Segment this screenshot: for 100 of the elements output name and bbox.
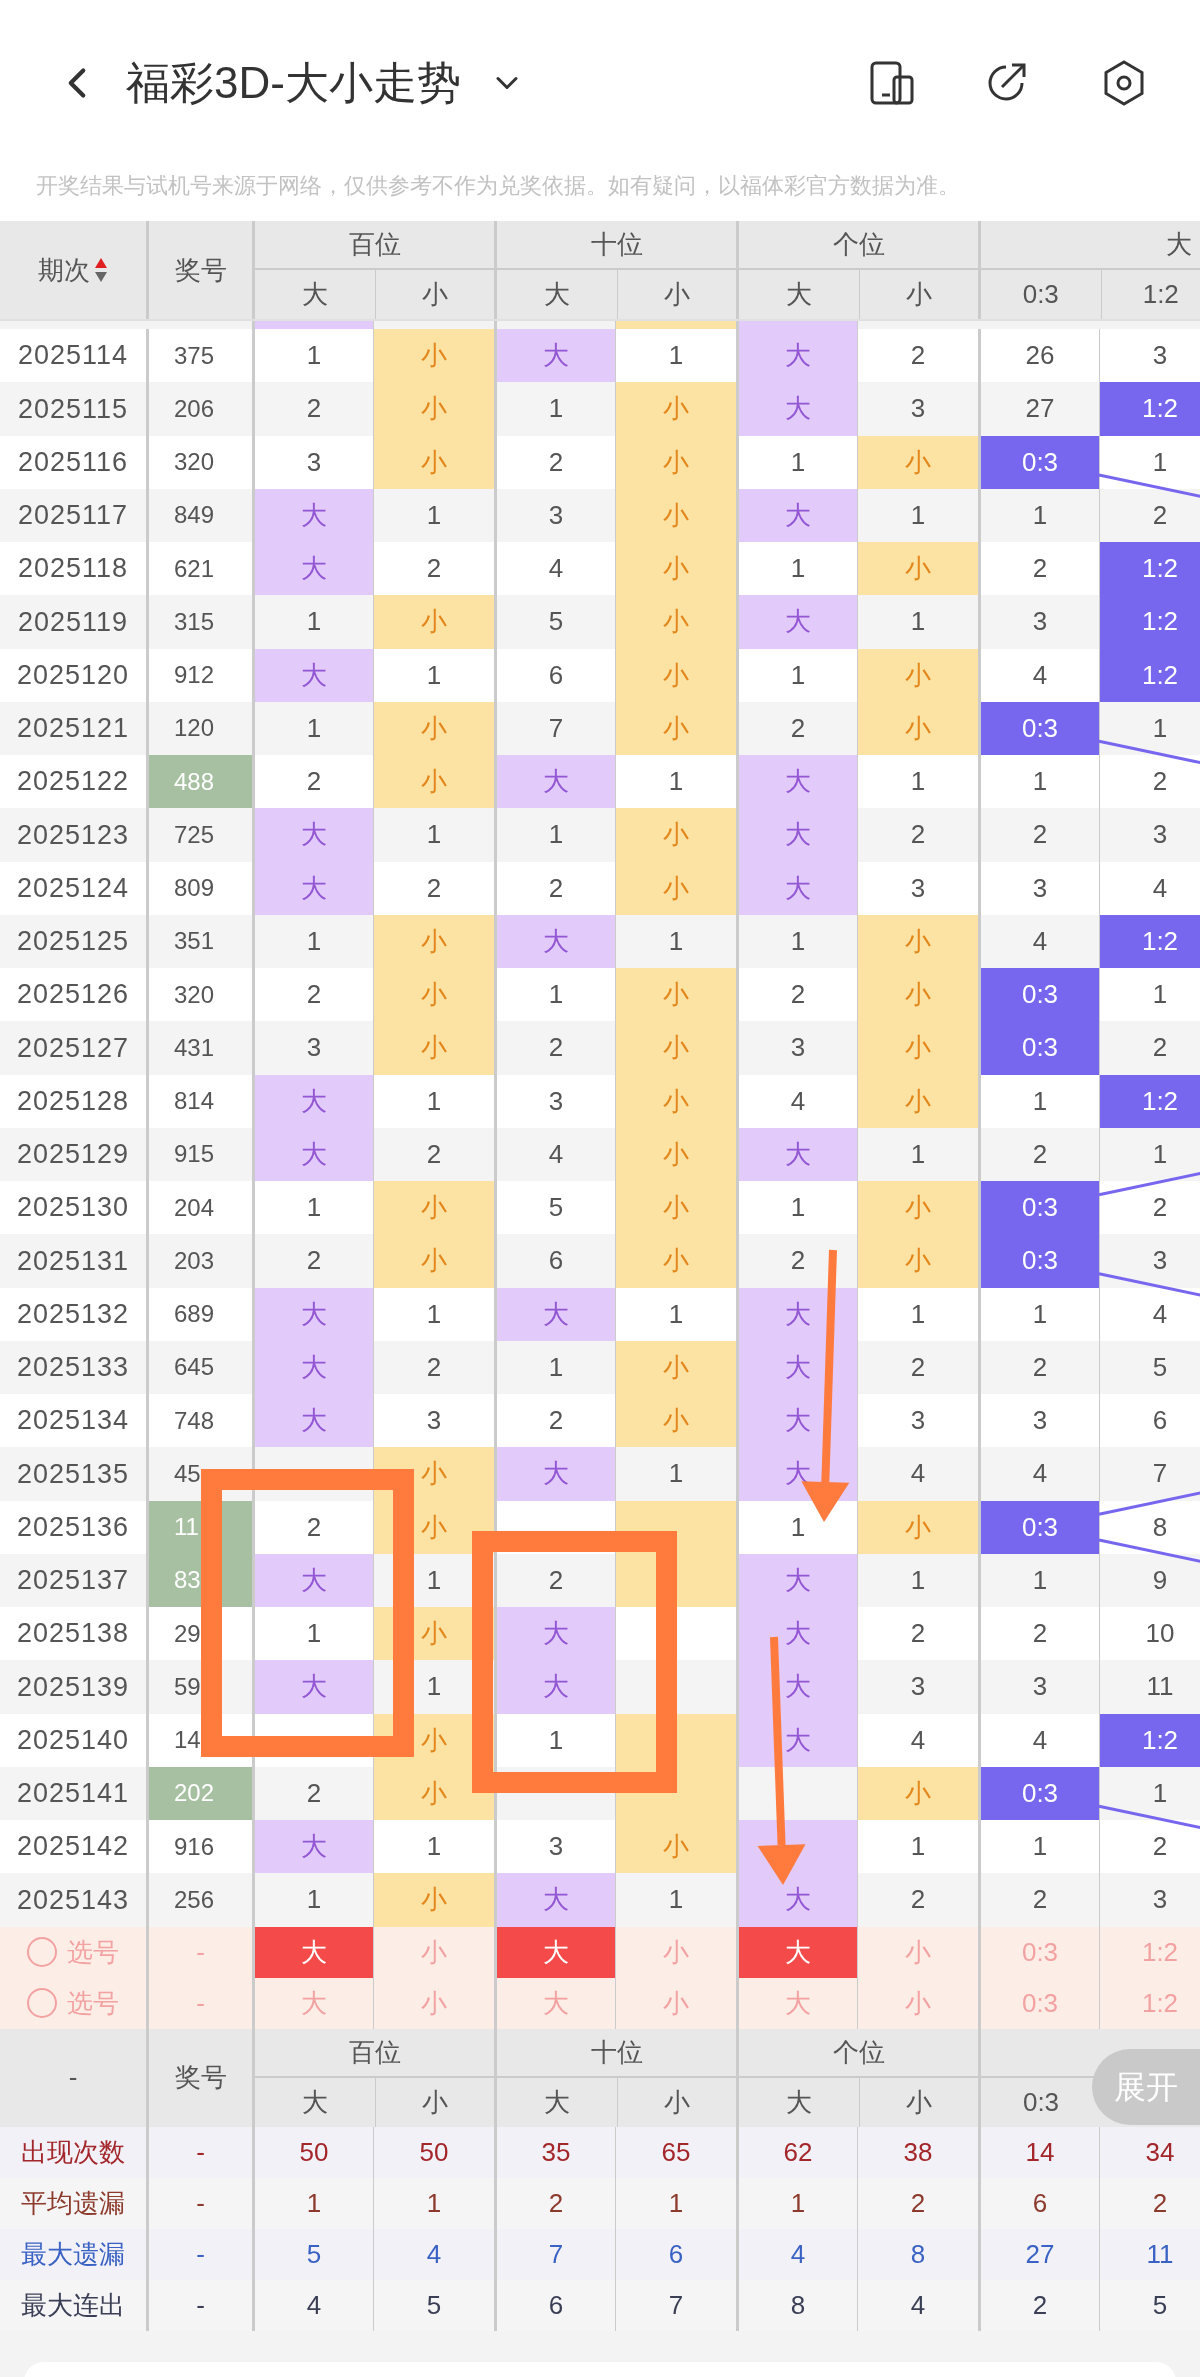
table-cell: 小 xyxy=(615,488,736,542)
table-cell: 1 xyxy=(1099,435,1200,489)
table-cell: 大 xyxy=(252,1074,373,1128)
issue-cell-text: 2025126 xyxy=(15,978,131,1012)
table-cell: 小 xyxy=(373,1234,494,1288)
table-cell: 大 xyxy=(736,1713,857,1767)
table-cell: 小 xyxy=(857,648,978,702)
table-cell: 小 xyxy=(615,1127,736,1181)
table-cell: 大 xyxy=(736,329,857,383)
pick-option[interactable]: 大 xyxy=(739,1926,857,1978)
pick-option[interactable]: 大 xyxy=(739,1977,857,2029)
table-cell: 小 xyxy=(857,914,978,968)
pick-option[interactable]: 大 xyxy=(255,1977,373,2029)
group-heading: 大 xyxy=(1166,228,1192,261)
table-cell: 小 xyxy=(857,1766,978,1820)
stat-label: 最大连出 xyxy=(20,2288,126,2322)
issue-cell-text: 2025138 xyxy=(15,1617,131,1651)
table-cell: 小 xyxy=(373,435,494,489)
table-cell: 大 xyxy=(736,1873,857,1927)
issue-cell-text: 2025116 xyxy=(16,445,130,479)
table-cell: 1:2 xyxy=(1099,382,1200,436)
table-cell: 7 xyxy=(1099,1447,1200,1501)
table-cell: 3 xyxy=(1099,1234,1200,1288)
table-cell: 6 xyxy=(615,2228,736,2280)
table-cell: 5 xyxy=(1099,2279,1200,2331)
issue-cell-text: 2025129 xyxy=(15,1138,131,1172)
table-cell: 0:3 xyxy=(978,1234,1099,1288)
table-heading[interactable]: 期次 xyxy=(38,250,90,290)
table-cell: 小 xyxy=(857,542,978,596)
table-cell: 大 xyxy=(252,861,373,915)
pick-option[interactable]: 1:2 xyxy=(1100,1977,1200,2029)
table-heading: 奖号 xyxy=(174,253,227,287)
table-cell: 小 xyxy=(373,1021,494,1075)
pick-option[interactable]: 小 xyxy=(374,1977,494,2029)
table-cell: 3 xyxy=(857,861,978,915)
pick-option[interactable]: 小 xyxy=(858,1977,978,2029)
issue-cell-text: 2025132 xyxy=(15,1297,131,1331)
sort-icon[interactable] xyxy=(94,257,108,283)
table-cell: 0:3 xyxy=(978,701,1099,755)
pick-option[interactable]: 大 xyxy=(497,1977,615,2029)
issue-cell-text: 2025130 xyxy=(15,1191,131,1225)
table-cell: 大 xyxy=(252,488,373,542)
table-cell: 1:2 xyxy=(1099,1713,1200,1767)
table-cell: 小 xyxy=(615,1234,736,1288)
stat-label: 出现次数 xyxy=(20,2135,126,2169)
table-cell: 大 xyxy=(494,1447,615,1501)
issue-cell-text: 2025142 xyxy=(15,1830,131,1864)
issue-cell-text: 2025131 xyxy=(15,1244,131,1278)
issue-cell-text: 2025134 xyxy=(15,1404,131,1438)
issue-cell-text: 2025120 xyxy=(15,658,131,692)
table-cell: 大 xyxy=(736,595,857,649)
table-cell: 小 xyxy=(857,968,978,1022)
issue-cell-text: 2025141 xyxy=(15,1777,131,1811)
table-cell: 小 xyxy=(615,1181,736,1235)
table-cell: 2 xyxy=(857,1873,978,1927)
table-cell: 3 xyxy=(857,1660,978,1714)
devices-icon[interactable] xyxy=(868,59,916,107)
pick-option[interactable]: 小 xyxy=(374,1926,494,1978)
table-cell: 小 xyxy=(373,382,494,436)
table-cell: 大 xyxy=(252,808,373,862)
issue-cell-text: 2025121 xyxy=(15,712,131,746)
column-heading: 小 xyxy=(421,2085,448,2119)
column-heading: 大 xyxy=(543,278,570,311)
table-cell: 1 xyxy=(373,2177,494,2229)
issue-cell-text: 2025137 xyxy=(15,1564,131,1598)
table-cell: 大 xyxy=(252,1127,373,1181)
pick-checkbox[interactable] xyxy=(27,1988,57,2018)
pick-option[interactable]: 1:2 xyxy=(1100,1926,1200,1978)
table-cell: 小 xyxy=(373,595,494,649)
group-heading: 百位 xyxy=(348,2035,401,2069)
pick-checkbox[interactable] xyxy=(27,1937,57,1967)
group-heading: 个位 xyxy=(832,228,885,261)
pick-option[interactable]: 小 xyxy=(616,1926,736,1978)
issue-cell-text: 2025114 xyxy=(16,339,130,373)
pick-option[interactable]: 小 xyxy=(616,1977,736,2029)
table-cell: 1:2 xyxy=(1099,648,1200,702)
table-cell: 0:3 xyxy=(978,1766,1099,1820)
pick-option[interactable]: 小 xyxy=(858,1926,978,1978)
group-heading: 十位 xyxy=(590,2035,643,2069)
pick-option[interactable]: 0:3 xyxy=(981,1926,1099,1978)
table-cell: 1 xyxy=(373,808,494,862)
pick-option[interactable]: 大 xyxy=(497,1926,615,1978)
table-cell: 大 xyxy=(494,755,615,809)
table-cell: 小 xyxy=(857,1500,978,1554)
table-cell: 1:2 xyxy=(1099,595,1200,649)
table-cell: 0:3 xyxy=(978,1181,1099,1235)
pick-option[interactable]: 大 xyxy=(255,1926,373,1978)
table-cell: 小 xyxy=(615,648,736,702)
table-cell: 1 xyxy=(373,648,494,702)
issue-cell-text: 2025125 xyxy=(15,925,131,959)
pick-option[interactable]: 0:3 xyxy=(981,1977,1099,2029)
issue-cell-text: 2025123 xyxy=(15,818,131,852)
table-cell: 小 xyxy=(615,1340,736,1394)
table-cell: 0:3 xyxy=(978,1500,1099,1554)
table-cell: 小 xyxy=(615,435,736,489)
table-cell: 大 xyxy=(252,648,373,702)
issue-cell-text: 2025115 xyxy=(16,392,130,426)
table-cell: 大 xyxy=(494,1660,615,1714)
column-heading: 大 xyxy=(543,2085,570,2119)
table-cell: 大 xyxy=(736,1127,857,1181)
